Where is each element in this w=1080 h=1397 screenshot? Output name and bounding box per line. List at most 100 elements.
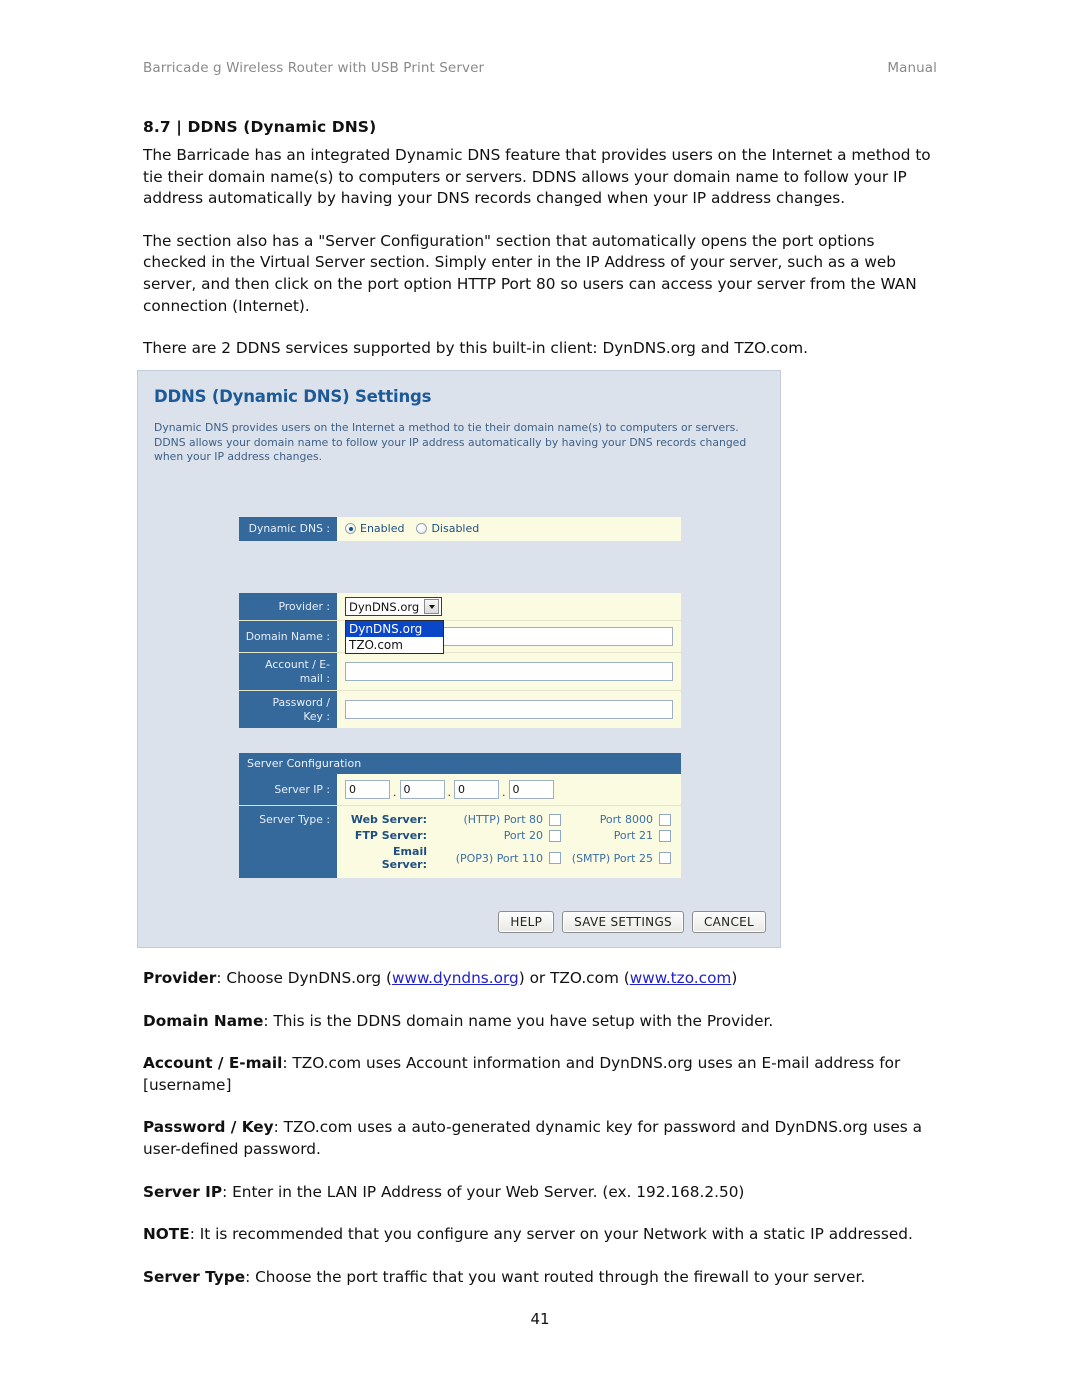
- server-type-web-name: Web Server:: [350, 813, 427, 826]
- definition-server-type-text: : Choose the port traffic that you want …: [245, 1267, 866, 1286]
- password-key-field: [337, 691, 681, 728]
- definition-account-email: Account / E-mail: TZO.com uses Account i…: [143, 1053, 937, 1096]
- dynamic-dns-options: Enabled Disabled: [337, 517, 681, 541]
- server-ip-dot-2: .: [447, 786, 452, 799]
- domain-name-row: Domain Name :: [239, 620, 681, 652]
- running-header: Barricade g Wireless Router with USB Pri…: [143, 60, 937, 76]
- server-ip-dot-3: .: [502, 786, 506, 799]
- server-type-ftp-port-b-label: Port 21: [613, 829, 653, 842]
- server-type-web-port-b-label: Port 8000: [599, 813, 653, 826]
- checkbox-smtp-port-25[interactable]: [659, 852, 671, 864]
- server-type-web-port-a-label: (HTTP) Port 80: [463, 813, 543, 826]
- server-ip-octet-1[interactable]: [345, 780, 390, 799]
- dynamic-dns-label: Dynamic DNS :: [239, 517, 337, 541]
- ddns-account-block: Provider : DynDNS.org Domain Name : Acco…: [239, 593, 681, 728]
- server-ip-octet-4[interactable]: [508, 780, 554, 799]
- link-dyndns[interactable]: www.dyndns.org: [392, 969, 519, 987]
- provider-option-tzo[interactable]: TZO.com: [346, 637, 443, 653]
- account-email-label-line2: mail :: [299, 671, 330, 685]
- server-ip-label: Server IP :: [239, 774, 337, 805]
- server-type-grid: Web Server: (HTTP) Port 80 Port 8000 FTP…: [345, 810, 677, 874]
- definition-server-type-term: Server Type: [143, 1267, 246, 1286]
- running-header-title: Barricade g Wireless Router with USB Pri…: [143, 60, 485, 76]
- provider-field: DynDNS.org: [337, 593, 681, 620]
- definition-server-ip-text: : Enter in the LAN IP Address of your We…: [222, 1182, 745, 1201]
- running-header-doctype: Manual: [887, 60, 937, 76]
- paragraph-server-config: The section also has a "Server Configura…: [143, 231, 917, 315]
- dynamic-dns-row: Dynamic DNS : Enabled Disabled: [239, 517, 681, 541]
- domain-name-label: Domain Name :: [239, 621, 337, 652]
- document-body-top: 8.7 | DDNS (Dynamic DNS) The Barricade h…: [143, 118, 937, 360]
- checkbox-pop3-port-110[interactable]: [549, 852, 561, 864]
- account-email-label: Account / E- mail :: [239, 653, 337, 690]
- radio-enabled[interactable]: Enabled: [345, 522, 404, 535]
- server-ip-field: . . .: [337, 774, 681, 805]
- document-body-bottom: Provider: Choose DynDNS.org (www.dyndns.…: [143, 968, 937, 1309]
- definition-password-key: Password / Key: TZO.com uses a auto-gene…: [143, 1117, 937, 1160]
- server-type-email-port-b-label: (SMTP) Port 25: [571, 851, 653, 865]
- server-type-email-name: Email Server:: [381, 845, 427, 871]
- definition-provider-text-b: ) or TZO.com (: [518, 969, 630, 987]
- save-settings-button[interactable]: SAVE SETTINGS: [562, 911, 684, 933]
- provider-option-dyndns[interactable]: DynDNS.org: [346, 621, 443, 637]
- definition-note-text: : It is recommended that you configure a…: [189, 1225, 913, 1244]
- account-email-input[interactable]: [345, 662, 673, 681]
- checkbox-port-8000[interactable]: [659, 813, 671, 826]
- provider-select[interactable]: DynDNS.org: [345, 597, 443, 616]
- router-ui-screenshot: DDNS (Dynamic DNS) Settings Dynamic DNS …: [137, 370, 781, 948]
- definition-note-term: NOTE: [143, 1225, 190, 1244]
- cancel-button[interactable]: CANCEL: [691, 911, 766, 933]
- help-button[interactable]: HELP: [498, 911, 555, 933]
- provider-row: Provider : DynDNS.org: [239, 593, 681, 620]
- account-email-field: [337, 653, 681, 690]
- definition-account-email-term: Account / E-mail: [143, 1054, 283, 1073]
- password-key-row: Password / Key :: [239, 690, 681, 728]
- definition-provider: Provider: Choose DynDNS.org (www.dyndns.…: [143, 968, 937, 990]
- radio-disabled-icon[interactable]: [416, 523, 428, 535]
- definition-server-ip: Server IP: Enter in the LAN IP Address o…: [143, 1182, 937, 1204]
- radio-disabled-label: Disabled: [431, 522, 480, 536]
- account-email-row: Account / E- mail :: [239, 652, 681, 690]
- paragraph-services: There are 2 DDNS services supported by t…: [143, 339, 808, 358]
- radio-enabled-icon[interactable]: [345, 523, 356, 535]
- definition-note: NOTE: It is recommended that you configu…: [143, 1224, 937, 1246]
- chevron-down-icon[interactable]: [424, 599, 440, 614]
- server-type-email-port-a-label: (POP3) Port 110: [455, 851, 543, 865]
- definition-provider-text-a: : Choose DynDNS.org (: [216, 969, 392, 987]
- definition-server-type: Server Type: Choose the port traffic tha…: [143, 1267, 937, 1289]
- manual-page: Barricade g Wireless Router with USB Pri…: [0, 0, 1080, 1397]
- button-row: HELP SAVE SETTINGS CANCEL: [498, 911, 766, 933]
- server-ip-dot-1: .: [393, 786, 397, 799]
- password-key-label-line2: Key :: [303, 709, 330, 723]
- server-configuration-header: Server Configuration: [239, 753, 681, 774]
- password-key-label: Password / Key :: [239, 691, 337, 728]
- definition-domain-name-term: Domain Name: [143, 1011, 264, 1030]
- server-type-ftp-port-a-label: Port 20: [503, 829, 543, 842]
- password-key-input[interactable]: [345, 700, 673, 719]
- provider-option-list[interactable]: DynDNS.org TZO.com: [345, 620, 444, 654]
- account-email-label-line1: Account / E-: [265, 658, 330, 671]
- server-configuration-block: Server Configuration Server IP : . . .: [239, 753, 681, 878]
- server-ip-octet-group: . . .: [345, 780, 554, 799]
- checkbox-port-21[interactable]: [659, 829, 671, 842]
- page-number: 41: [530, 1310, 550, 1328]
- server-ip-octet-2[interactable]: [399, 780, 445, 799]
- definition-password-key-term: Password / Key: [143, 1118, 274, 1137]
- provider-label: Provider :: [239, 593, 337, 620]
- definition-domain-name: Domain Name: This is the DDNS domain nam…: [143, 1011, 937, 1033]
- checkbox-http-port-80[interactable]: [549, 813, 561, 826]
- server-type-ftp-name: FTP Server:: [354, 829, 427, 842]
- server-ip-row: Server IP : . . .: [239, 774, 681, 805]
- ddns-settings-heading: DDNS (Dynamic DNS) Settings: [154, 387, 432, 406]
- dynamic-dns-block: Dynamic DNS : Enabled Disabled: [239, 517, 681, 541]
- link-tzo[interactable]: www.tzo.com: [630, 969, 732, 987]
- server-type-row: Server Type : Web Server: (HTTP) Port 80…: [239, 805, 681, 878]
- checkbox-port-20[interactable]: [549, 829, 561, 842]
- password-key-label-line1: Password /: [272, 696, 330, 709]
- definition-server-ip-term: Server IP: [143, 1182, 223, 1201]
- radio-enabled-label: Enabled: [360, 522, 405, 536]
- radio-disabled[interactable]: Disabled: [416, 522, 479, 535]
- server-ip-octet-3[interactable]: [454, 780, 499, 799]
- definition-domain-name-text: : This is the DDNS domain name you have …: [263, 1011, 774, 1030]
- definition-provider-text-c: ): [731, 969, 738, 987]
